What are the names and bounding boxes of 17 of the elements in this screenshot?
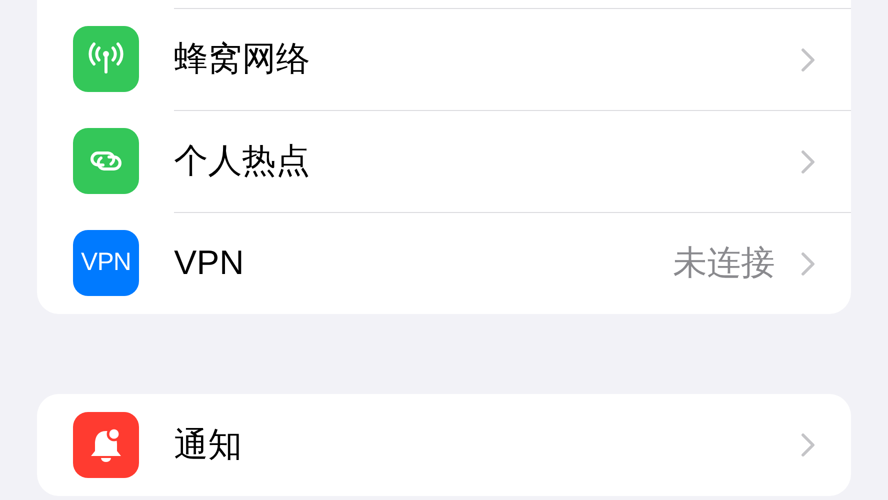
row-label: VPN [174, 243, 245, 284]
settings-row[interactable]: VPN VPN 未连接 [37, 212, 851, 314]
link-icon [73, 128, 139, 194]
bell-icon [73, 412, 139, 478]
chevron-icon [801, 433, 815, 457]
settings-row[interactable]: 蜂窝网络 [37, 8, 851, 110]
row-label: 个人热点 [174, 141, 311, 182]
row-label: 蜂窝网络 [174, 39, 311, 80]
vpn-icon: VPN [73, 230, 139, 296]
row-value: 未连接 [673, 243, 775, 284]
chevron-icon [801, 150, 815, 174]
chevron-icon [801, 252, 815, 276]
settings-row[interactable]: 通知 [37, 394, 851, 496]
antenna-icon [73, 26, 139, 92]
chevron-icon [801, 48, 815, 72]
row-label: 通知 [174, 424, 243, 466]
settings-row[interactable]: 个人热点 [37, 110, 851, 212]
